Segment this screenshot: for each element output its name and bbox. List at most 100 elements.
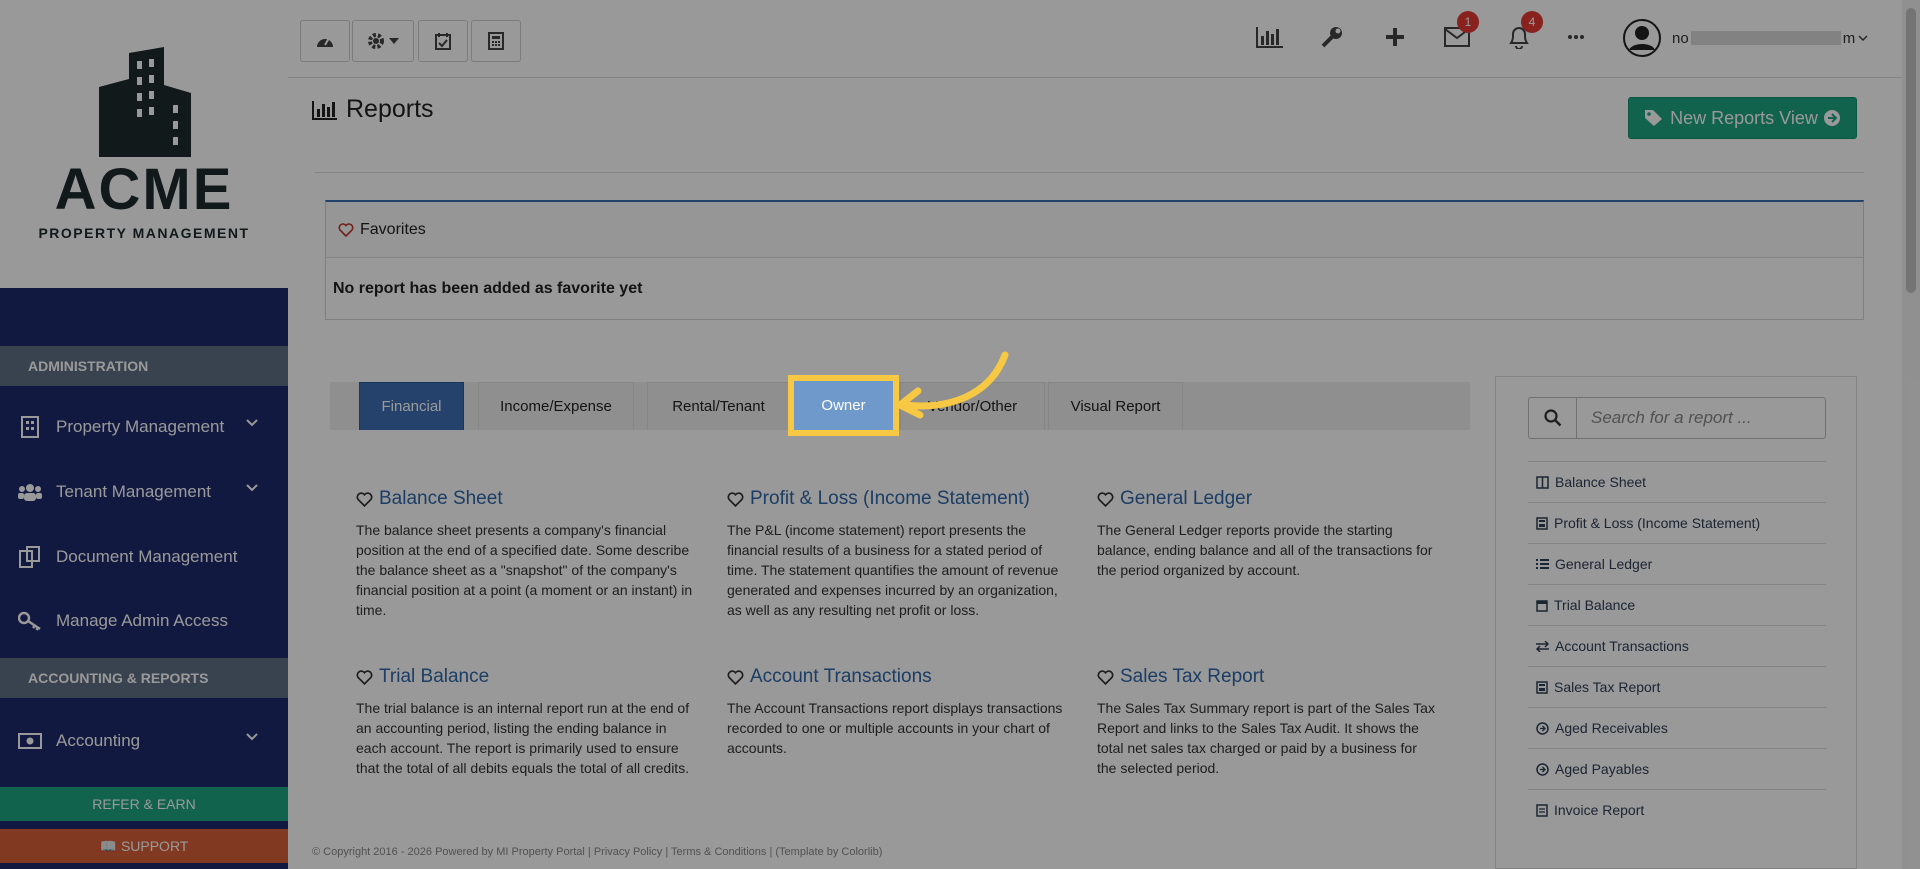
settings-dropdown-button[interactable] [352, 20, 414, 62]
report-title-sales-tax-report[interactable]: Sales Tax Report [1097, 666, 1437, 688]
buildings-logo-icon [99, 47, 191, 157]
refer-earn-button[interactable]: REFER & EARN [0, 787, 288, 821]
list-item[interactable]: Invoice Report [1528, 789, 1826, 830]
user-name: no m [1672, 30, 1868, 47]
bar-chart-icon [312, 100, 337, 120]
favorites-header: Favorites [326, 202, 1863, 258]
list-item[interactable]: Profit & Loss (Income Statement) [1528, 502, 1826, 543]
report-card: General Ledger The General Ledger report… [1097, 488, 1437, 580]
footer-text: © Copyright 2016 - 2026 Powered by MI Pr… [312, 846, 883, 858]
brand-logo[interactable]: ACME PROPERTY MANAGEMENT [0, 0, 288, 288]
wrench-icon [1321, 27, 1342, 48]
heart-icon[interactable] [727, 669, 744, 685]
sidebar-item-label: Property Management [56, 417, 225, 436]
bar-chart-icon [1256, 27, 1283, 48]
scrollbar[interactable] [1902, 0, 1920, 869]
report-title-general-ledger[interactable]: General Ledger [1097, 488, 1437, 510]
sidebar-item-manage-admin-access[interactable]: Manage Admin Access [0, 591, 288, 651]
gear-icon [368, 33, 384, 49]
list-item[interactable]: Balance Sheet [1528, 461, 1826, 502]
scrollbar-thumb[interactable] [1906, 8, 1916, 293]
plus-icon [1386, 28, 1404, 46]
key-icon [18, 609, 42, 633]
report-card: Sales Tax Report The Sales Tax Summary r… [1097, 666, 1437, 778]
dashboard-icon [317, 37, 333, 47]
search-button[interactable] [1529, 398, 1577, 438]
heart-icon[interactable] [356, 669, 373, 685]
calculator-icon [1536, 680, 1548, 694]
sidebar-item-label: Manage Admin Access [56, 611, 228, 630]
brand-subtitle: PROPERTY MANAGEMENT [38, 225, 250, 241]
heart-icon[interactable] [1097, 491, 1114, 507]
report-title-profit-loss[interactable]: Profit & Loss (Income Statement) [727, 488, 1067, 510]
list-item[interactable]: Trial Balance [1528, 584, 1826, 625]
avatar-icon [1623, 19, 1661, 57]
sidebar-item-tenant-management[interactable]: Tenant Management [0, 462, 288, 522]
calculator-icon [488, 32, 504, 50]
caret-down-icon [389, 38, 399, 44]
list-item[interactable]: General Ledger [1528, 543, 1826, 584]
list-item[interactable]: Aged Receivables [1528, 707, 1826, 748]
arrow-circle-icon [1536, 721, 1549, 735]
heart-icon [338, 222, 354, 237]
messages-count-badge: 1 [1457, 11, 1479, 33]
report-title-trial-balance[interactable]: Trial Balance [356, 666, 696, 688]
support-button[interactable]: 📖 SUPPORT [0, 829, 288, 863]
heart-icon[interactable] [356, 491, 373, 507]
notifications-button[interactable]: 4 [1499, 11, 1543, 54]
columns-icon [1536, 475, 1549, 489]
quick-report-list: Balance Sheet Profit & Loss (Income Stat… [1528, 461, 1826, 830]
chevron-down-icon [246, 484, 258, 492]
sidebar-item-label: Accounting [56, 731, 141, 750]
search-icon [1543, 409, 1561, 427]
new-reports-view-button[interactable]: New Reports View [1628, 97, 1857, 139]
report-description: The Account Transactions report displays… [727, 700, 1063, 756]
dashboard-button[interactable] [300, 20, 350, 62]
tab-financial[interactable]: Financial [359, 382, 464, 430]
search-input-group[interactable]: Search for a report ... [1528, 397, 1826, 439]
money-icon [18, 729, 42, 753]
user-menu[interactable]: no m [1622, 18, 1868, 58]
calendar-check-icon [435, 33, 451, 50]
sidebar-item-label: Document Management [56, 547, 238, 566]
add-button[interactable] [1375, 20, 1415, 54]
invoice-icon [1536, 803, 1548, 817]
report-title-account-transactions[interactable]: Account Transactions [727, 666, 1067, 688]
sidebar-item-document-management[interactable]: Document Management [0, 527, 288, 587]
exchange-icon [1536, 640, 1549, 652]
more-button[interactable] [1556, 20, 1596, 54]
favorites-empty-text: No report has been added as favorite yet [333, 280, 643, 297]
report-description: The General Ledger reports provide the s… [1097, 522, 1433, 578]
tab-income-expense[interactable]: Income/Expense [478, 382, 634, 430]
report-description: The balance sheet presents a company's f… [356, 522, 693, 618]
section-accounting-reports: ACCOUNTING & REPORTS [0, 658, 288, 698]
heart-icon[interactable] [1097, 669, 1114, 685]
sidebar-item-property-management[interactable]: Property Management [0, 397, 288, 457]
list-item[interactable]: Sales Tax Report [1528, 666, 1826, 707]
tools-button[interactable] [1312, 20, 1352, 54]
list-item[interactable]: Aged Payables [1528, 748, 1826, 789]
highlighted-tab-owner[interactable]: Owner [788, 375, 899, 436]
chevron-down-icon [246, 733, 258, 741]
list-item[interactable]: Account Transactions [1528, 625, 1826, 666]
reports-chart-button[interactable] [1250, 20, 1290, 54]
tab-rental-tenant[interactable]: Rental/Tenant [647, 382, 790, 430]
tutorial-arrow-icon [896, 351, 1009, 419]
calendar-icon [1536, 599, 1548, 612]
search-input[interactable]: Search for a report ... [1577, 398, 1752, 438]
report-description: The P&L (income statement) report presen… [727, 522, 1059, 618]
notifications-count-badge: 4 [1521, 11, 1543, 33]
report-description: The trial balance is an internal report … [356, 700, 690, 776]
users-icon [18, 480, 42, 504]
building-icon [18, 415, 42, 439]
divider [314, 172, 1864, 173]
calculator-button[interactable] [471, 20, 521, 62]
heart-icon[interactable] [727, 491, 744, 507]
brand-name: ACME [54, 157, 234, 222]
calendar-button[interactable] [418, 20, 468, 62]
messages-button[interactable]: 1 [1437, 11, 1479, 54]
report-description: The Sales Tax Summary report is part of … [1097, 700, 1435, 776]
sidebar-item-accounting[interactable]: Accounting [0, 711, 288, 771]
report-title-balance-sheet[interactable]: Balance Sheet [356, 488, 696, 510]
tab-visual-report[interactable]: Visual Report [1048, 382, 1183, 430]
